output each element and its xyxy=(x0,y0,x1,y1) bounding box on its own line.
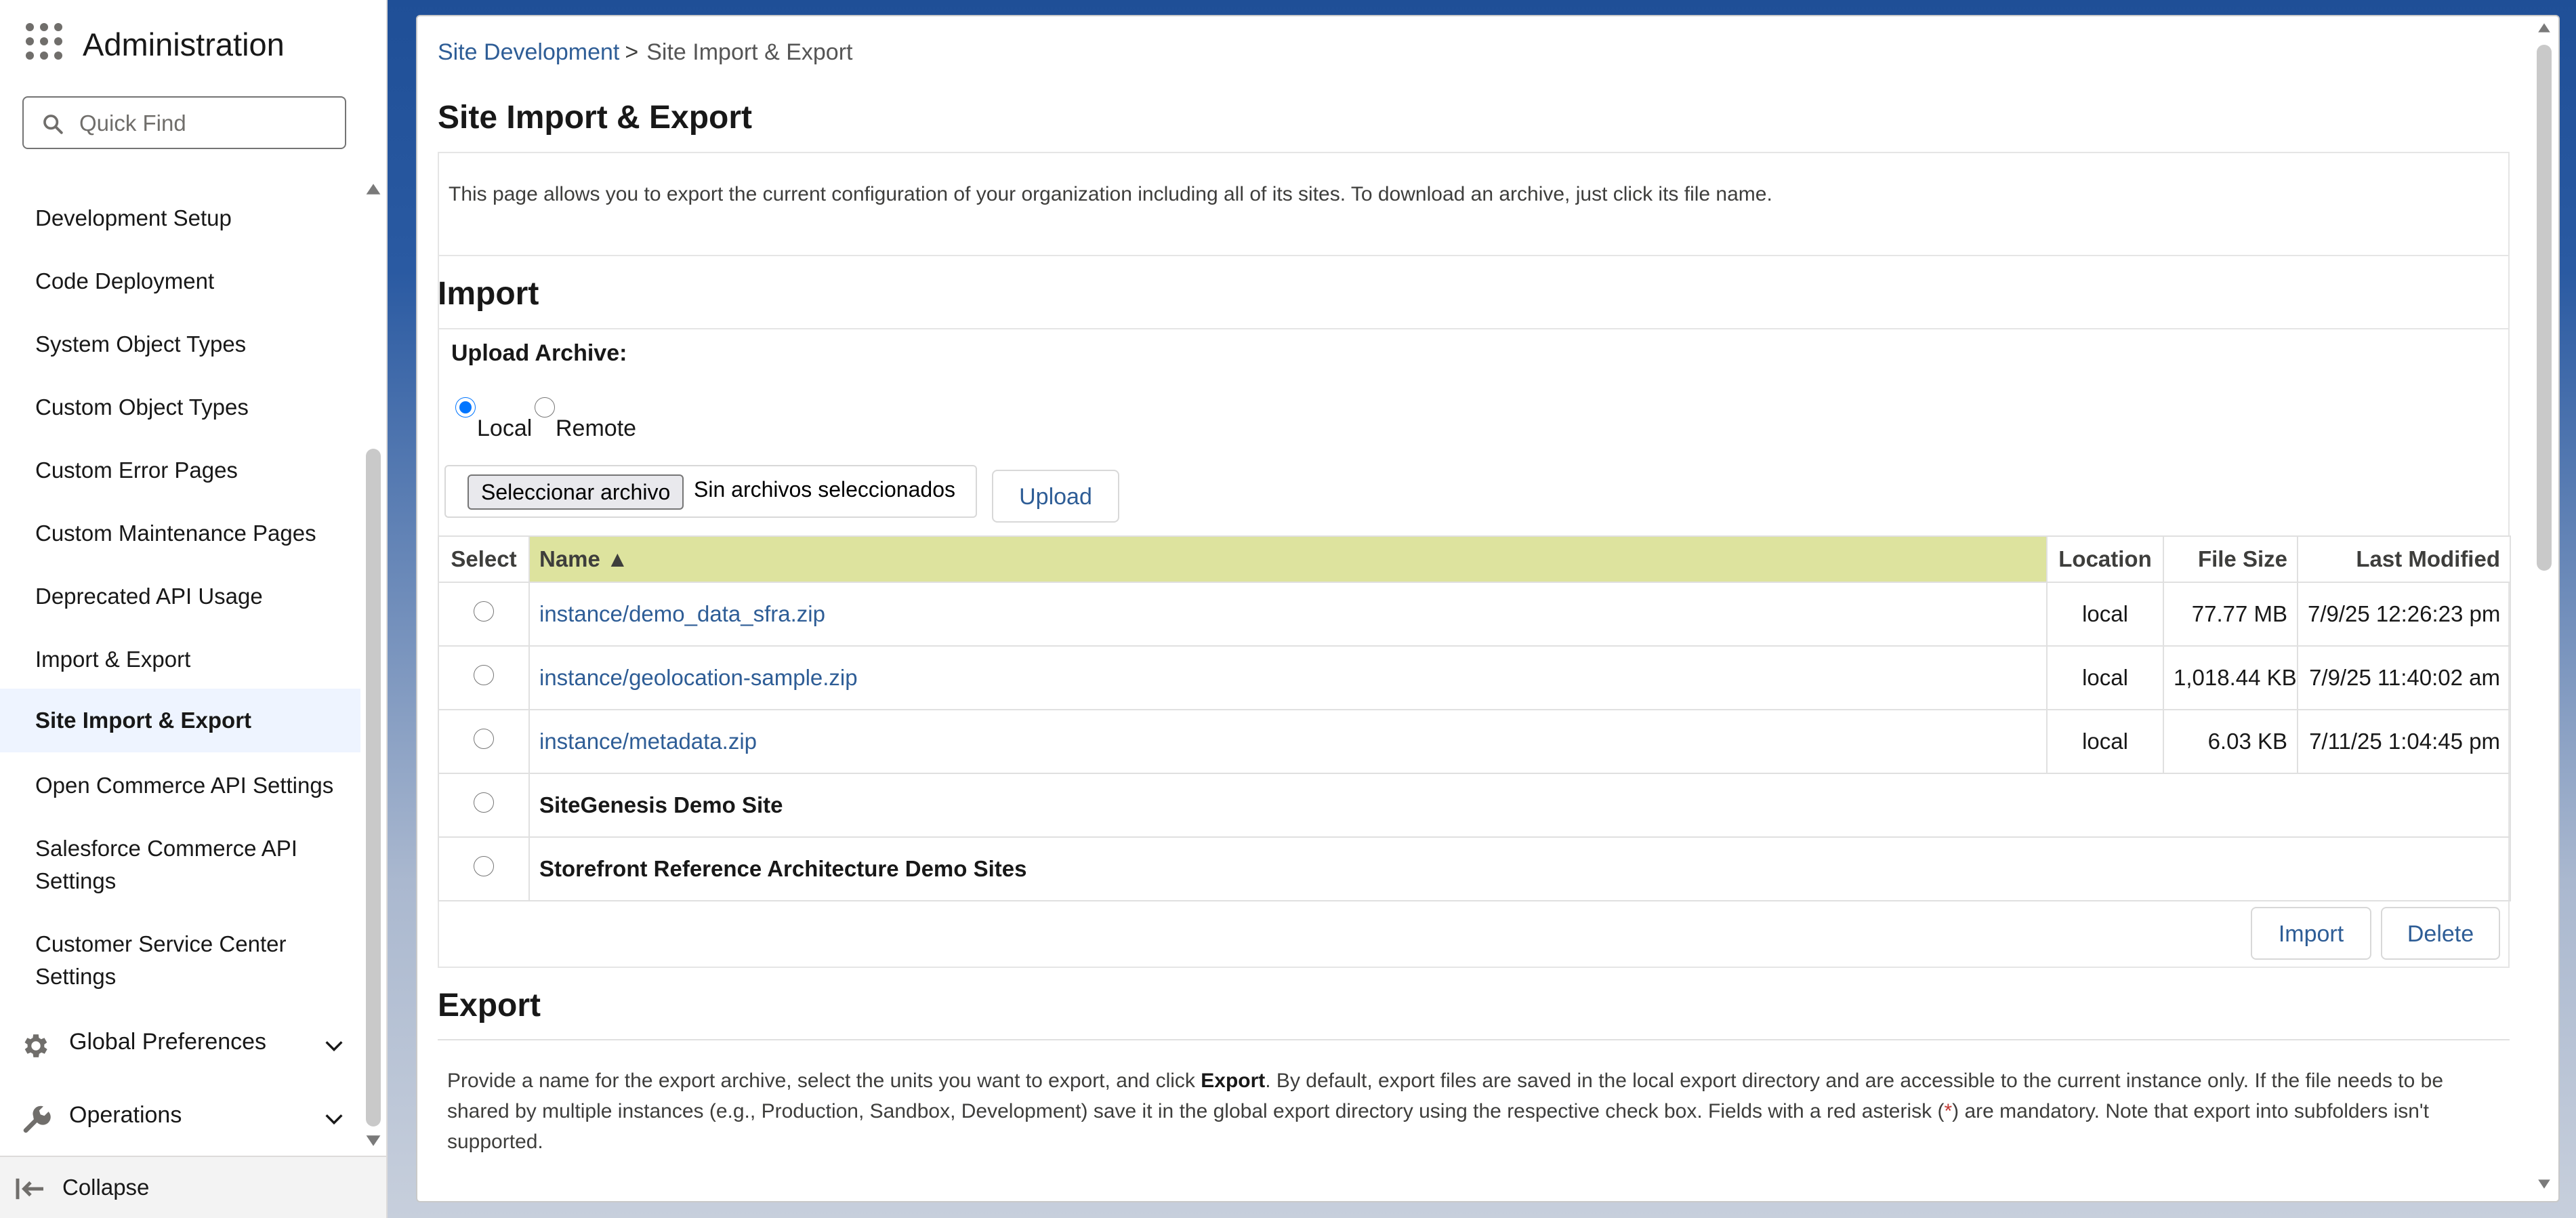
column-header-last-modified[interactable]: Last Modified xyxy=(2297,535,2511,583)
site-name: Storefront Reference Architecture Demo S… xyxy=(528,836,2511,901)
radio-local-label[interactable]: Local xyxy=(477,415,532,442)
cell-location: local xyxy=(2046,709,2164,774)
table-row: instance/metadata.zip local 6.03 KB 7/11… xyxy=(438,709,2511,774)
cell-location: local xyxy=(2046,645,2164,710)
breadcrumb-link-site-development[interactable]: Site Development xyxy=(438,39,619,65)
gear-icon xyxy=(24,1034,47,1057)
cell-location: local xyxy=(2046,582,2164,647)
row-select-radio[interactable] xyxy=(474,792,494,813)
choose-file-button[interactable]: Seleccionar archivo xyxy=(468,474,684,510)
intro-text: This page allows you to export the curre… xyxy=(449,183,1772,205)
collapse-icon xyxy=(16,1178,43,1200)
sidebar-scroll-up-icon[interactable] xyxy=(365,180,382,198)
table-row: instance/geolocation-sample.zip local 1,… xyxy=(438,645,2511,710)
upload-archive-label: Upload Archive: xyxy=(451,340,627,366)
table-row-site: Storefront Reference Architecture Demo S… xyxy=(438,836,2511,901)
site-name: SiteGenesis Demo Site xyxy=(528,773,2511,838)
breadcrumb-separator: > xyxy=(625,39,639,65)
row-select-radio[interactable] xyxy=(474,856,494,876)
radio-local-input[interactable] xyxy=(455,397,476,418)
radio-remote-input[interactable] xyxy=(535,397,555,418)
wrench-icon xyxy=(23,1105,51,1133)
sidebar-item-open-commerce-api-settings[interactable]: Open Commerce API Settings xyxy=(0,769,360,802)
sidebar-group-global-preferences[interactable]: Global Preferences xyxy=(0,1018,360,1072)
row-select-radio[interactable] xyxy=(474,665,494,685)
sidebar-item-custom-error-pages[interactable]: Custom Error Pages xyxy=(0,454,360,487)
radio-remote-label[interactable]: Remote xyxy=(556,415,636,442)
divider xyxy=(439,328,2508,329)
breadcrumb: Site Development > Site Import & Export xyxy=(438,39,852,66)
radio-local[interactable] xyxy=(455,397,476,421)
cell-file-size: 6.03 KB xyxy=(2163,709,2298,774)
scroll-down-icon[interactable] xyxy=(2536,1177,2552,1192)
column-header-file-size[interactable]: File Size xyxy=(2163,535,2298,583)
export-text-part1: Provide a name for the export archive, s… xyxy=(447,1070,1201,1092)
import-heading: Import xyxy=(438,276,539,312)
radio-remote[interactable] xyxy=(535,397,555,421)
file-status-text: Sin archivos seleccionados xyxy=(694,477,955,502)
export-description: Provide a name for the export archive, s… xyxy=(447,1065,2493,1157)
column-header-select: Select xyxy=(438,535,530,583)
collapse-label: Collapse xyxy=(62,1175,150,1200)
file-picker[interactable]: Seleccionar archivo Sin archivos selecci… xyxy=(444,465,977,518)
cell-file-size: 1,018.44 KB xyxy=(2163,645,2298,710)
sidebar-item-import-export[interactable]: Import & Export xyxy=(0,643,360,676)
sidebar-group-operations[interactable]: Operations xyxy=(0,1091,360,1145)
archive-link[interactable]: instance/demo_data_sfra.zip xyxy=(539,601,825,626)
export-text-bold: Export xyxy=(1201,1070,1266,1092)
cell-last-modified: 7/9/25 12:26:23 pm xyxy=(2297,582,2511,647)
app-title: Administration xyxy=(83,26,285,62)
upload-button[interactable]: Upload xyxy=(992,470,1119,523)
sidebar-group-label: Operations xyxy=(69,1102,182,1128)
required-asterisk: * xyxy=(1944,1100,1953,1122)
sidebar-header: Administration xyxy=(0,0,386,88)
table-row-site: SiteGenesis Demo Site xyxy=(438,773,2511,838)
table-header-row: Select Name ▲ Location File Size Last Mo… xyxy=(438,535,2511,583)
cell-file-size: 77.77 MB xyxy=(2163,582,2298,647)
archive-table: Select Name ▲ Location File Size Last Mo… xyxy=(438,535,2511,901)
column-header-location[interactable]: Location xyxy=(2046,535,2164,583)
chevron-down-icon xyxy=(325,1041,343,1052)
delete-button[interactable]: Delete xyxy=(2381,907,2500,960)
sidebar-item-customer-service-center-settings[interactable]: Customer Service Center Settings xyxy=(0,928,312,993)
app-launcher-icon[interactable] xyxy=(26,23,62,60)
page-scrollbar-thumb[interactable] xyxy=(2537,45,2552,571)
sidebar-scrollbar[interactable] xyxy=(366,449,381,1126)
sidebar-scroll-down-icon[interactable] xyxy=(365,1132,382,1150)
sidebar-item-custom-object-types[interactable]: Custom Object Types xyxy=(0,391,360,424)
sidebar: Administration Development Setup Code De… xyxy=(0,0,388,1218)
import-button[interactable]: Import xyxy=(2251,907,2371,960)
intro-box: This page allows you to export the curre… xyxy=(438,152,2510,256)
row-select-radio[interactable] xyxy=(474,601,494,622)
archive-link[interactable]: instance/metadata.zip xyxy=(539,729,757,754)
chevron-down-icon xyxy=(325,1114,343,1125)
sidebar-item-site-import-export[interactable]: Site Import & Export xyxy=(0,689,360,752)
breadcrumb-current: Site Import & Export xyxy=(646,39,853,65)
cell-last-modified: 7/11/25 1:04:45 pm xyxy=(2297,709,2511,774)
column-header-name[interactable]: Name ▲ xyxy=(528,535,2048,583)
scroll-up-icon[interactable] xyxy=(2536,20,2552,35)
sidebar-item-development-setup[interactable]: Development Setup xyxy=(0,202,360,235)
archive-link[interactable]: instance/geolocation-sample.zip xyxy=(539,665,858,690)
divider xyxy=(438,1039,2510,1040)
sidebar-item-system-object-types[interactable]: System Object Types xyxy=(0,328,360,361)
sidebar-item-custom-maintenance-pages[interactable]: Custom Maintenance Pages xyxy=(0,517,360,550)
sidebar-group-label: Global Preferences xyxy=(69,1029,267,1055)
table-row: instance/demo_data_sfra.zip local 77.77 … xyxy=(438,582,2511,647)
page-title: Site Import & Export xyxy=(438,100,753,136)
quick-find-box[interactable] xyxy=(22,96,346,149)
row-select-radio[interactable] xyxy=(474,729,494,749)
sidebar-item-code-deployment[interactable]: Code Deployment xyxy=(0,265,360,298)
quick-find-input[interactable] xyxy=(78,107,335,140)
cell-last-modified: 7/9/25 11:40:02 am xyxy=(2297,645,2511,710)
sidebar-item-deprecated-api-usage[interactable]: Deprecated API Usage xyxy=(0,580,360,613)
collapse-button[interactable]: Collapse xyxy=(0,1156,386,1218)
sidebar-item-salesforce-commerce-api-settings[interactable]: Salesforce Commerce API Settings xyxy=(0,832,339,897)
export-heading: Export xyxy=(438,988,541,1023)
search-icon xyxy=(43,115,63,134)
